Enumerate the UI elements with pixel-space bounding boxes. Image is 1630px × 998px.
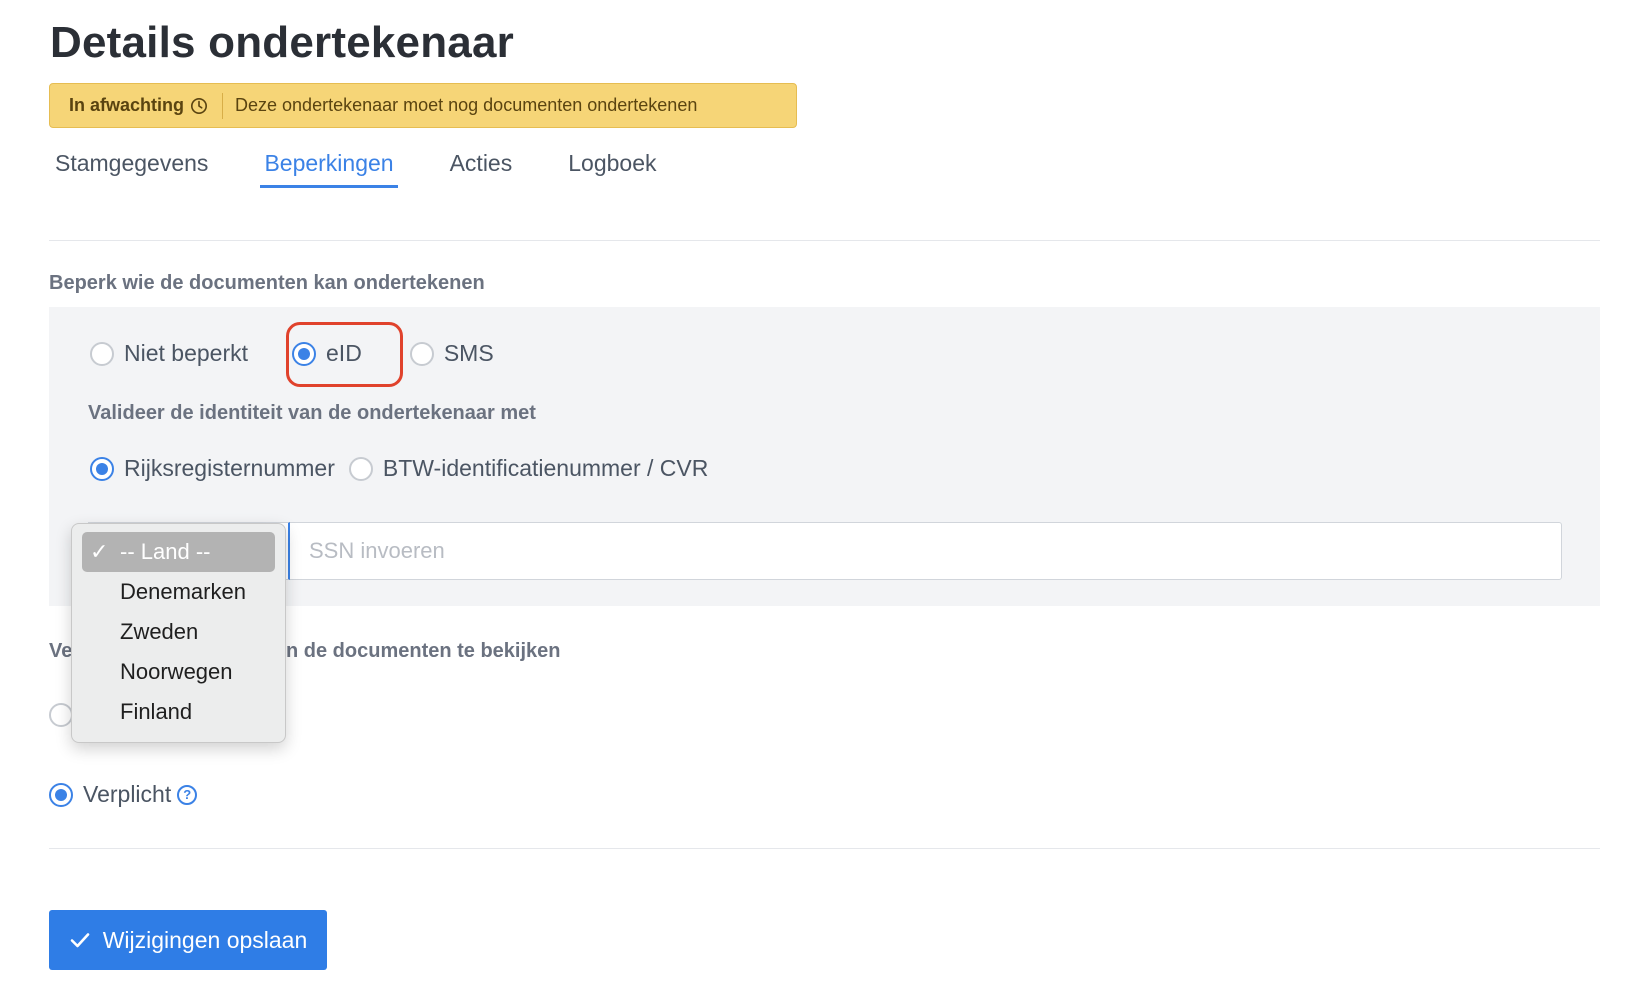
restrict-heading: Beperk wie de documenten kan ondertekene… [49, 272, 485, 294]
dropdown-option-label: -- Land -- [120, 539, 211, 564]
tab-beperkingen[interactable]: Beperkingen [260, 150, 398, 188]
dropdown-option-denemarken[interactable]: Denemarken [82, 572, 275, 612]
radio-sms[interactable] [409, 341, 434, 366]
dropdown-option-zweden[interactable]: Zweden [82, 612, 275, 652]
country-dropdown: ✓ -- Land -- Denemarken Zweden Noorwegen… [71, 523, 286, 743]
ssn-input[interactable] [291, 523, 1559, 579]
help-icon[interactable]: ? [177, 784, 198, 805]
radio-label-rijksregisternummer: Rijksregisternummer [124, 455, 335, 481]
checkmark-icon: ✓ [90, 539, 109, 564]
radio-niet-beperkt[interactable] [90, 341, 114, 366]
tab-logboek[interactable]: Logboek [568, 150, 656, 185]
check-icon [70, 933, 90, 948]
radio-view-optional[interactable] [49, 703, 73, 727]
radio-label-sms: SMS [443, 340, 494, 366]
validate-heading: Valideer de identiteit van de onderteken… [88, 402, 536, 424]
view-heading-prefix: Ve [49, 640, 73, 662]
status-label: In afwachting [50, 95, 208, 116]
dropdown-option-finland[interactable]: Finland [82, 692, 275, 732]
divider-bottom [49, 848, 1600, 849]
divider [49, 240, 1600, 241]
radio-label-btw: BTW-identificatienummer / CVR [382, 455, 709, 481]
view-heading: Ve [49, 640, 72, 663]
radio-label-niet-beperkt: Niet beperkt [124, 340, 249, 366]
radio-verplicht[interactable] [49, 782, 73, 807]
tab-bar: Stamgegevens Beperkingen Acties Logboek [55, 150, 712, 188]
dropdown-option-land[interactable]: ✓ -- Land -- [82, 532, 275, 572]
radio-btw[interactable] [348, 456, 373, 481]
required-option: Verplicht ? [49, 781, 198, 808]
save-button-label: Wijzigingen opslaan [102, 926, 308, 953]
page-title: Details ondertekenaar [50, 18, 514, 67]
tab-stamgegevens[interactable]: Stamgegevens [55, 150, 208, 185]
radio-rijksregisternummer[interactable] [90, 456, 114, 481]
clock-icon [191, 97, 208, 114]
status-label-text: In afwachting [69, 95, 185, 115]
validate-options: Rijksregisternummer BTW-identificatienum… [90, 455, 708, 482]
highlight-annotation [286, 322, 403, 387]
status-divider [222, 92, 224, 119]
dropdown-option-noorwegen[interactable]: Noorwegen [82, 652, 275, 692]
view-heading-rest: n de documenten te bekijken [286, 640, 561, 662]
radio-label-verplicht: Verplicht [83, 781, 172, 807]
tab-acties[interactable]: Acties [450, 150, 513, 185]
save-button[interactable]: Wijzigingen opslaan [49, 910, 327, 970]
status-banner: In afwachting Deze ondertekenaar moet no… [49, 83, 797, 128]
status-message: Deze ondertekenaar moet nog documenten o… [235, 95, 698, 115]
